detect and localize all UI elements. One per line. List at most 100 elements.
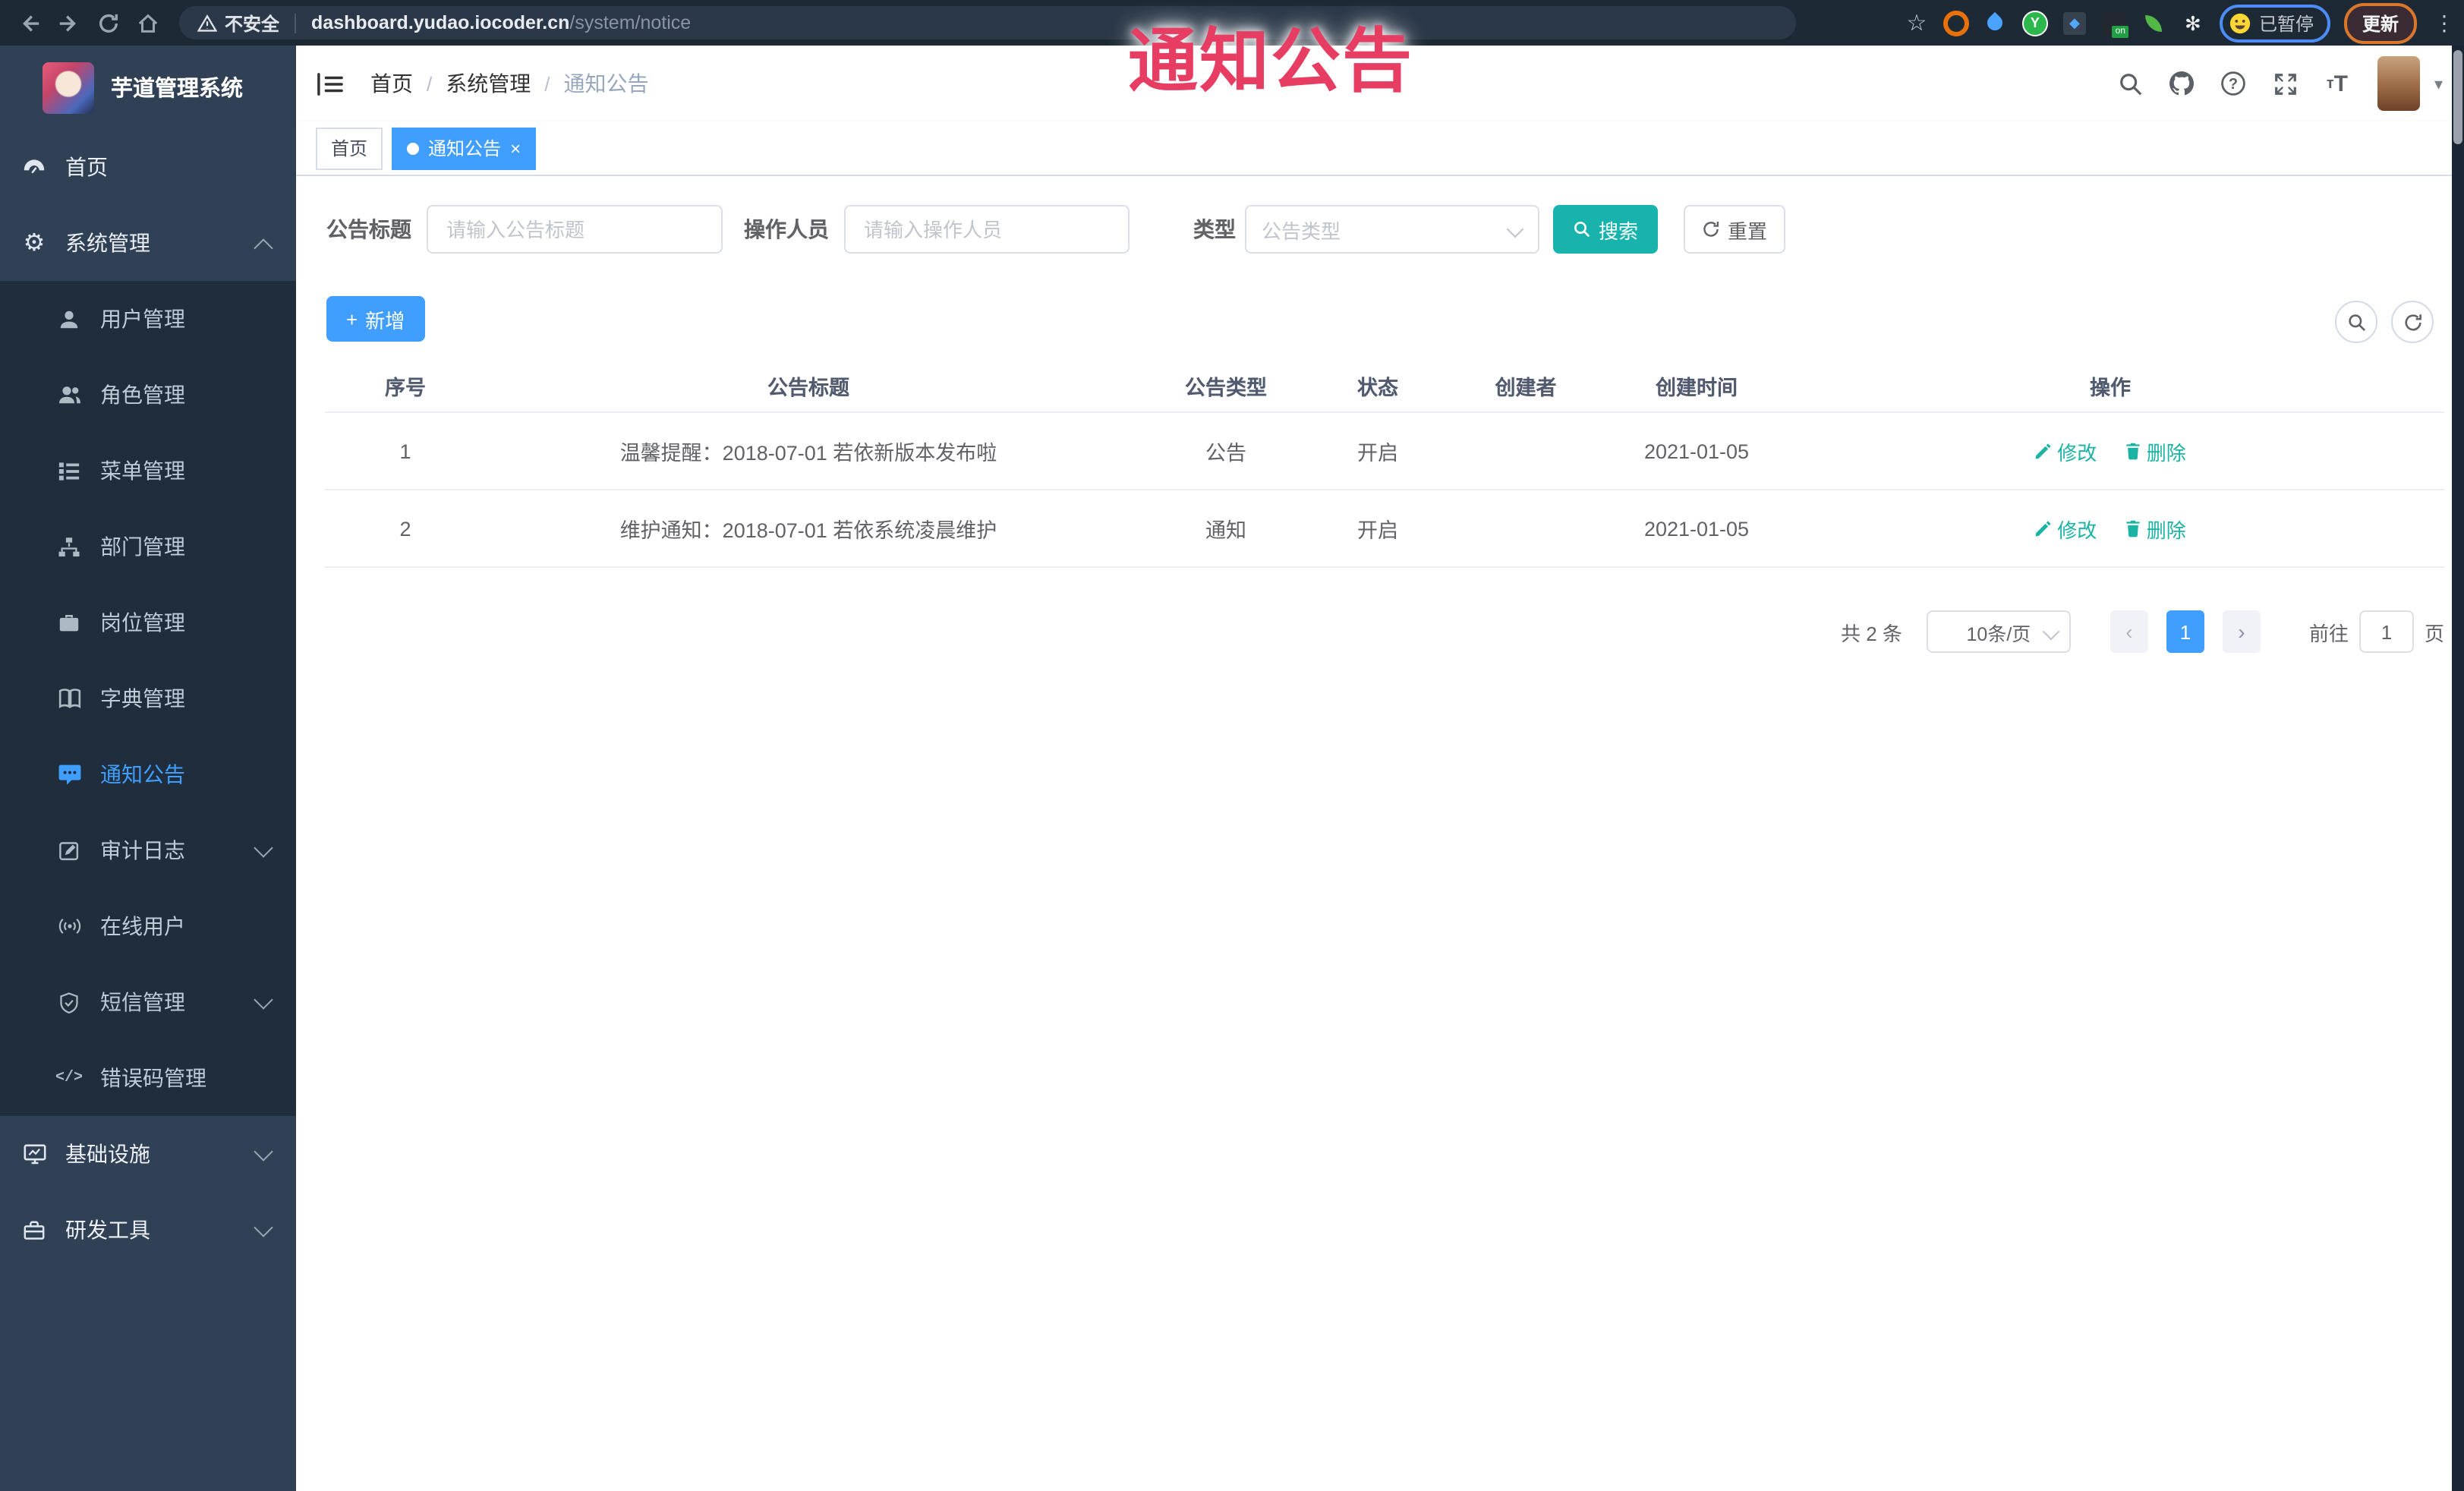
cell-status: 开启 — [1321, 412, 1435, 490]
notice-title-label: 公告标题 — [326, 217, 411, 241]
tab-close-icon[interactable]: × — [510, 139, 521, 157]
sidebar-item-label: 通知公告 — [100, 762, 185, 786]
active-tab-dot — [407, 142, 420, 154]
url-text: dashboard.yudao.iocoder.cn/system/notice — [311, 12, 691, 33]
url-host: dashboard.yudao.iocoder.cn — [311, 12, 570, 33]
sidebar-item-posts[interactable]: 岗位管理 — [0, 585, 296, 660]
help-icon[interactable]: ? — [2208, 53, 2260, 114]
sidebar-item-online-users[interactable]: 在线用户 — [0, 888, 296, 964]
screen: 不安全 dashboard.yudao.iocoder.cn/system/no… — [0, 0, 2464, 1491]
tab-label: 通知公告 — [428, 138, 502, 159]
font-size-icon[interactable]: тT — [2311, 53, 2363, 114]
sidebar-item-home[interactable]: 首页 — [0, 129, 296, 205]
sidebar-item-users[interactable]: 用户管理 — [0, 281, 296, 357]
code-icon: </> — [55, 1070, 83, 1086]
app-logo-row[interactable]: 芋道管理系统 — [0, 46, 296, 129]
next-page-button[interactable]: › — [2222, 610, 2261, 653]
trash-icon — [2126, 443, 2140, 460]
browser-update-button[interactable]: 更新 — [2343, 2, 2417, 43]
sidebar-item-sms[interactable]: 短信管理 — [0, 964, 296, 1040]
tab-notice[interactable]: 通知公告 × — [392, 127, 537, 169]
search-button[interactable]: 搜索 — [1553, 205, 1659, 254]
breadcrumb-separator: / — [427, 72, 433, 95]
breadcrumb: 首页 / 系统管理 / 通知公告 — [370, 68, 649, 99]
github-icon[interactable] — [2157, 53, 2208, 114]
fullscreen-icon[interactable] — [2260, 53, 2311, 114]
notice-title-input[interactable] — [427, 205, 723, 254]
bookmark-star-icon[interactable]: ☆ — [1904, 10, 1930, 36]
delete-link[interactable]: 删除 — [2124, 514, 2186, 543]
type-select-placeholder: 公告类型 — [1262, 219, 1341, 242]
trash-icon — [2126, 520, 2140, 537]
book-icon — [56, 686, 82, 711]
avatar-caret-icon[interactable]: ▾ — [2434, 74, 2443, 93]
sidebar-item-audit-log[interactable]: 审计日志 — [0, 812, 296, 888]
extension-on-badge-icon[interactable] — [2101, 10, 2128, 37]
security-warning[interactable]: 不安全 — [197, 10, 279, 36]
chevron-down-icon — [254, 1218, 273, 1237]
app-logo-avatar — [43, 61, 94, 113]
scrollbar-thumb[interactable] — [2453, 50, 2462, 144]
gear-icon: ⚙ — [23, 231, 46, 257]
sidebar-item-departments[interactable]: 部门管理 — [0, 509, 296, 585]
sidebar-item-roles[interactable]: 角色管理 — [0, 357, 296, 433]
extension-y-icon[interactable]: Y — [2021, 10, 2048, 36]
sidebar-item-label: 部门管理 — [100, 534, 185, 559]
search-icon — [2348, 314, 2365, 331]
operator-input[interactable] — [844, 205, 1130, 254]
goto-page-input[interactable] — [2358, 610, 2414, 653]
extension-ring-icon[interactable] — [1943, 10, 1969, 36]
add-button[interactable]: + 新增 — [326, 296, 425, 342]
browser-back-icon[interactable] — [9, 6, 49, 39]
sidebar-collapse-icon[interactable] — [316, 71, 345, 96]
extension-puzzle-icon[interactable]: ✻ — [2180, 10, 2206, 36]
sidebar-item-label: 角色管理 — [100, 383, 185, 407]
chevron-down-icon — [254, 838, 273, 858]
tab-home[interactable]: 首页 — [316, 127, 383, 169]
header-search-icon[interactable] — [2105, 53, 2157, 114]
extension-diamond-icon[interactable]: ◆ — [2062, 10, 2087, 36]
current-page-button[interactable]: 1 — [2166, 610, 2204, 653]
browser-address-bar[interactable]: 不安全 dashboard.yudao.iocoder.cn/system/no… — [179, 6, 1796, 39]
browser-menu-icon[interactable]: ⋮ — [2434, 10, 2455, 36]
type-select[interactable]: 公告类型 — [1245, 205, 1539, 254]
page-size-value: 10条/页 — [1966, 623, 2031, 645]
toggle-search-circle-button[interactable] — [2335, 301, 2377, 343]
sidebar-item-system[interactable]: ⚙ 系统管理 — [0, 205, 296, 281]
user-avatar[interactable] — [2377, 56, 2421, 111]
edit-link[interactable]: 修改 — [2034, 514, 2097, 543]
pagination: 共 2 条 10条/页 ‹ 1 › 前往 页 — [1841, 610, 2444, 653]
briefcase-icon — [56, 610, 82, 635]
monitor-chart-icon — [21, 1141, 47, 1167]
browser-reload-icon[interactable] — [88, 6, 128, 39]
sidebar-item-error-codes[interactable]: </> 错误码管理 — [0, 1040, 296, 1116]
breadcrumb-system[interactable]: 系统管理 — [446, 68, 531, 99]
top-navbar: 首页 / 系统管理 / 通知公告 ? т T ▾ — [296, 46, 2464, 121]
page-size-select[interactable]: 10条/页 — [1926, 610, 2071, 653]
chevron-down-icon — [254, 1142, 273, 1162]
sidebar-item-menus[interactable]: 菜单管理 — [0, 433, 296, 509]
breadcrumb-current: 通知公告 — [563, 71, 649, 96]
pagination-total: 共 2 条 — [1841, 622, 1902, 645]
cell-type: 公告 — [1131, 412, 1321, 490]
dashboard-icon — [21, 154, 47, 180]
browser-forward-icon[interactable] — [49, 6, 88, 39]
sidebar-item-devtools[interactable]: 研发工具 — [0, 1192, 296, 1268]
delete-link[interactable]: 删除 — [2124, 437, 2186, 465]
edit-link[interactable]: 修改 — [2034, 437, 2097, 465]
profile-paused-chip[interactable]: 已暂停 — [2219, 4, 2330, 42]
prev-page-button[interactable]: ‹ — [2110, 610, 2148, 653]
browser-home-icon[interactable] — [128, 6, 167, 39]
sidebar-item-notice[interactable]: 通知公告 — [0, 736, 296, 812]
breadcrumb-home[interactable]: 首页 — [370, 68, 413, 99]
reset-button[interactable]: 重置 — [1684, 205, 1786, 254]
sidebar-item-label: 基础设施 — [65, 1142, 150, 1166]
sidebar-item-dict[interactable]: 字典管理 — [0, 660, 296, 736]
refresh-circle-button[interactable] — [2391, 301, 2434, 343]
extension-drop-icon[interactable] — [1983, 10, 2009, 36]
edit-square-icon — [56, 837, 82, 863]
sidebar-item-infrastructure[interactable]: 基础设施 — [0, 1116, 296, 1192]
browser-scrollbar[interactable] — [2452, 46, 2464, 1491]
extension-leaf-icon[interactable] — [2141, 10, 2166, 36]
page-content: 公告标题 操作人员 类型 公告类型 搜索 重置 — [296, 176, 2464, 1491]
